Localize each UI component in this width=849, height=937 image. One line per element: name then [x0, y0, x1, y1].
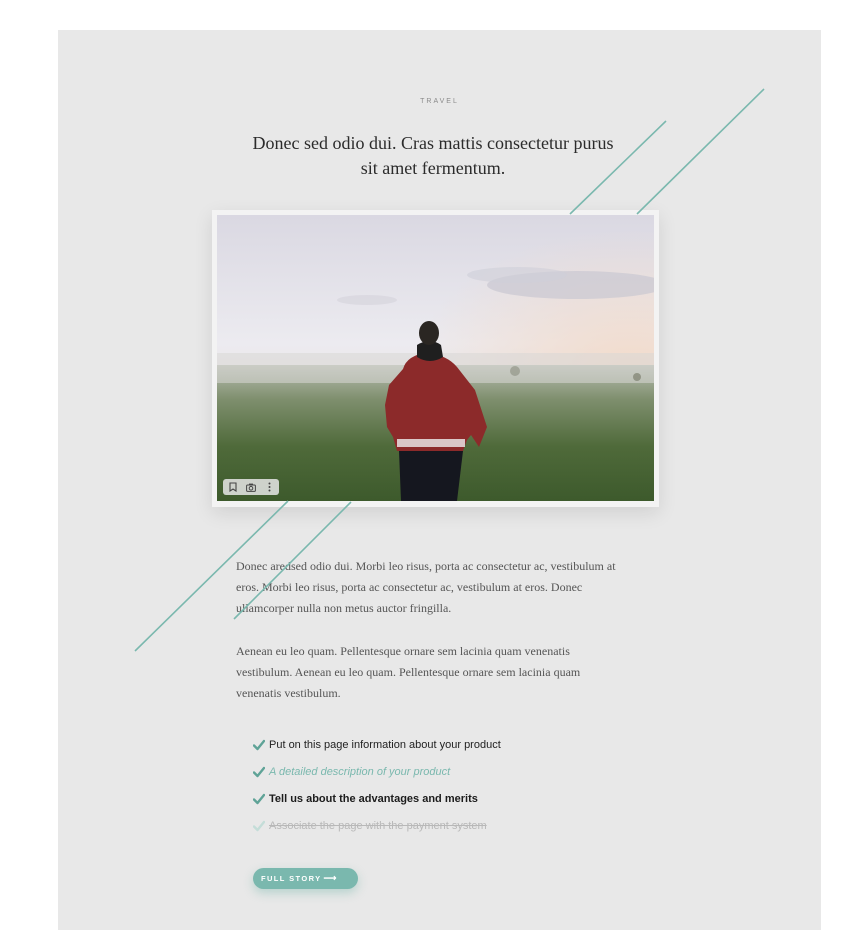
category-label: TRAVEL	[420, 98, 459, 105]
checklist-item-label: Associate the page with the payment syst…	[269, 819, 487, 832]
full-story-label: FULL STORY	[261, 874, 322, 883]
article-paragraph: Donec aredsed odio dui. Morbi leo risus,…	[236, 559, 616, 615]
article-paragraph: Aenean eu leo quam. Pellentesque ornare …	[236, 644, 581, 700]
checklist-item-label: Put on this page information about your …	[269, 738, 501, 751]
photo-toolbar	[223, 479, 279, 495]
checklist-item: Tell us about the advantages and merits	[253, 785, 501, 812]
checklist-item-label: A detailed description of your product	[269, 765, 451, 778]
check-icon	[253, 793, 265, 804]
article-headline: Donec sed odio dui. Cras mattis consecte…	[252, 133, 614, 178]
checklist-item: Put on this page information about your …	[253, 731, 501, 758]
checklist-item: A detailed description of your product	[253, 758, 501, 785]
hero-photo	[217, 215, 654, 501]
photo-frame	[212, 210, 659, 507]
checklist-item-label: Tell us about the advantages and merits	[269, 792, 478, 805]
more-vertical-icon[interactable]	[261, 480, 277, 494]
feature-checklist: Put on this page information about your …	[253, 731, 501, 839]
camera-icon[interactable]	[243, 480, 259, 494]
arrow-right-icon: ⟶	[323, 873, 337, 883]
article-card: TRAVEL Donec sed odio dui. Cras mattis c…	[58, 30, 821, 930]
check-icon	[253, 739, 265, 750]
full-story-button[interactable]: FULL STORY ⟶	[253, 868, 358, 889]
check-icon	[253, 766, 265, 777]
checklist-item: Associate the page with the payment syst…	[253, 812, 501, 839]
check-icon	[253, 820, 265, 831]
man-in-foggy-field-image	[217, 215, 654, 501]
bookmark-icon[interactable]	[225, 480, 241, 494]
